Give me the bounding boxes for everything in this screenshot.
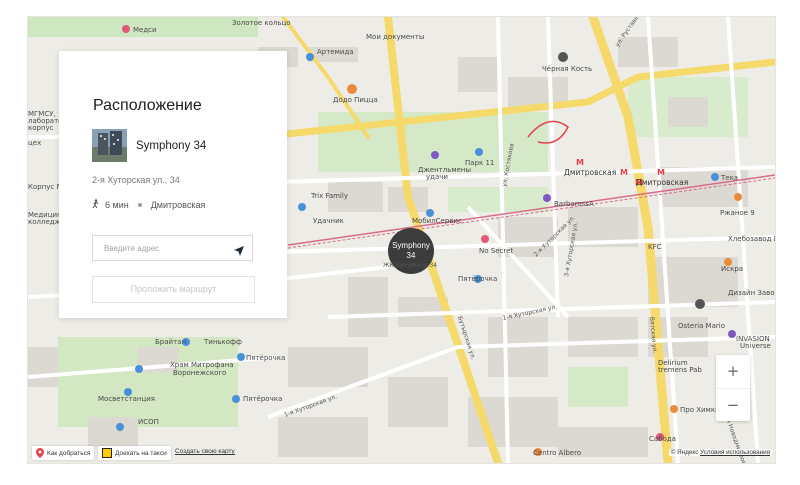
marker-line2: 34 — [406, 251, 416, 260]
card-address: 2-я Хуторская ул., 34 — [92, 175, 180, 185]
map-label-universe: Universe — [740, 342, 771, 350]
map-label-teka: Тека — [720, 174, 738, 182]
map-label-korpus: корпус — [28, 124, 54, 132]
map-label-pyaterochka-1: Пятёрочка — [458, 275, 497, 283]
map-label-pyaterochka-3: Пятёрочка — [243, 395, 282, 403]
map-label-nosecret: No Secret — [479, 247, 513, 255]
map-label-pyaterochka-2: Пятёрочка — [246, 354, 285, 362]
map-label-trix: Trix Family — [310, 192, 348, 200]
map-label-isop: ИСОП — [138, 418, 159, 426]
marker-caption: ЖК Symphony 34 — [383, 262, 438, 269]
svg-text:М: М — [657, 168, 665, 177]
separator-dot — [137, 203, 142, 207]
map-label-mosvet: Мосветстанция — [98, 395, 155, 403]
map-label-centro: Centro Albero — [533, 449, 581, 457]
map-label-dodo: Додо Пицца — [333, 96, 378, 104]
map-label-tinkoff: Тинькофф — [203, 338, 242, 346]
card-building-name: Symphony 34 — [136, 140, 207, 152]
map-label-medsi: Медси — [133, 26, 157, 34]
map-label-udachnik: Удачник — [313, 217, 344, 225]
card-walk-info: 6 мин Дмитровская — [92, 199, 205, 211]
map-pin-icon — [36, 448, 44, 458]
locate-arrow-icon[interactable] — [233, 242, 247, 256]
map-label-rzhanoy: Ржаное 9 — [720, 209, 755, 217]
map-label-udachi: удачи — [426, 173, 448, 181]
address-input[interactable] — [92, 235, 253, 261]
taxi-label: Доехать на такси — [115, 449, 167, 457]
card-title: Расположение — [93, 97, 202, 114]
map-label-iskra: Искра — [721, 265, 743, 273]
map-label-tseh: цех — [28, 139, 41, 147]
map-label-barbarossa: BarbarossA — [554, 200, 594, 208]
map-label-sabida: Сабода — [649, 435, 676, 443]
map-label-tremens: tremens Pab — [658, 366, 702, 374]
map-label-osteria: Osteria Mario — [678, 322, 725, 330]
map-label-dmitrovskaya-1: Дмитровская — [564, 168, 616, 177]
walk-time: 6 мин — [105, 200, 129, 210]
copyright-text: © Яндекс — [670, 449, 699, 456]
how-to-get-button[interactable]: Как добраться — [32, 446, 95, 460]
map-label-dizain: Дизайн Завод — [728, 289, 775, 297]
build-route-button[interactable]: Проложить маршрут — [92, 276, 255, 303]
svg-text:М: М — [620, 168, 628, 177]
map-frame[interactable]: М М М М Золотое кольцо Медси Мои докумен… — [27, 16, 776, 464]
map-label-mobilservis: МобилСервис — [412, 217, 462, 225]
walking-person-icon — [92, 199, 100, 211]
map-label-hlebozavod: Хлебозавод № 9 — [728, 235, 775, 243]
map-label-moi-documenty: Мои документы — [366, 33, 424, 41]
marker-line1: Symphony — [392, 241, 430, 250]
metro-station: Дмитровская — [150, 200, 206, 210]
create-map-link[interactable]: Создать свою карту — [175, 448, 235, 455]
map-label-zolotoe-koltso: Золотое кольцо — [232, 19, 291, 27]
taxi-button[interactable]: Доехать на такси — [98, 446, 171, 460]
zoom-out-button[interactable]: − — [716, 388, 750, 422]
copyright: © Яндекс Условия использования — [668, 449, 772, 456]
map-label-hram1: Храм Митрофана — [170, 361, 234, 369]
building-thumbnail — [92, 129, 127, 162]
map-label-hram2: Воронежского — [173, 369, 226, 377]
zoom-in-button[interactable]: + — [716, 355, 750, 388]
how-to-get-label: Как добраться — [47, 449, 91, 457]
map-label-artemida: Артемида — [317, 48, 354, 56]
terms-link[interactable]: Условия использования — [700, 449, 770, 456]
map-label-chernaya-kost: Чёрная Кость — [542, 65, 592, 73]
map-label-dmitrovskaya-2: Дмитровская — [636, 178, 688, 187]
svg-text:М: М — [576, 158, 584, 167]
zoom-control: + − — [716, 355, 750, 421]
taxi-icon — [102, 448, 112, 458]
location-card: Расположение Symphony 34 2-я Хуторская у… — [59, 51, 287, 318]
map-label-braitan: Брайтан — [155, 338, 186, 346]
map-label-kfc: KFC — [648, 243, 662, 251]
